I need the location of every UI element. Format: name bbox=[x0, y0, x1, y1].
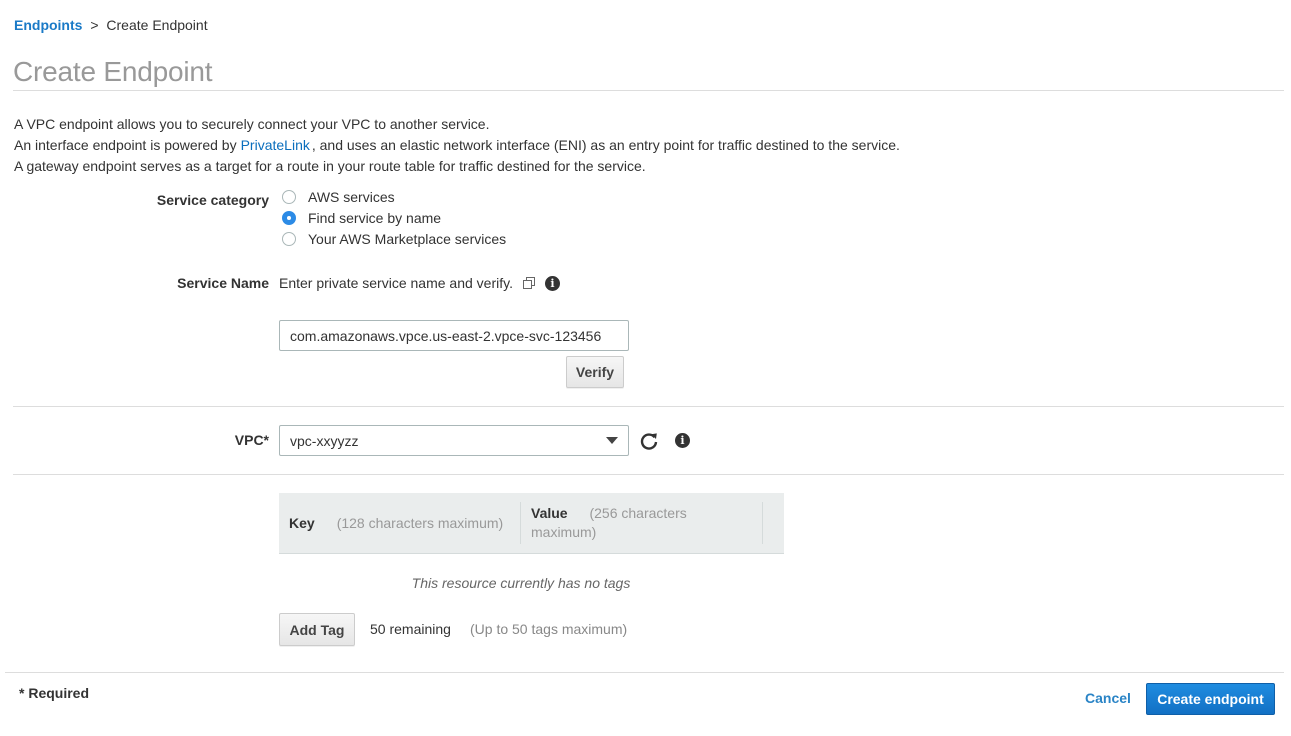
create-endpoint-button[interactable]: Create endpoint bbox=[1146, 683, 1275, 715]
radio-marketplace-services-label: Your AWS Marketplace services bbox=[308, 230, 507, 247]
breadcrumb: Endpoints > Create Endpoint bbox=[14, 17, 208, 33]
service-name-info-icon[interactable]: i bbox=[544, 275, 560, 291]
breadcrumb-separator: > bbox=[90, 17, 99, 33]
tags-table-header: Key (128 characters maximum) Value (256 … bbox=[279, 493, 784, 554]
description-line-2-end: , and uses an elastic network interface … bbox=[311, 137, 900, 153]
service-category-label: Service category bbox=[156, 192, 269, 208]
caret-down-icon bbox=[606, 437, 618, 444]
description-line-3: A gateway endpoint serves as a target fo… bbox=[14, 158, 646, 174]
required-note: * Required bbox=[19, 685, 90, 701]
service-name-hint: Enter private service name and verify. bbox=[279, 275, 513, 291]
radio-marketplace-services[interactable]: Your AWS Marketplace services bbox=[282, 228, 506, 249]
service-name-label: Service Name bbox=[177, 275, 269, 291]
tags-key-column: Key (128 characters maximum) bbox=[279, 502, 521, 544]
service-name-hint-row: Enter private service name and verify. i bbox=[279, 275, 560, 291]
vpc-select-value: vpc-xxyyzz bbox=[290, 432, 359, 449]
service-category-radio-group: AWS services Find service by name Your A… bbox=[282, 186, 506, 249]
radio-aws-services-control[interactable] bbox=[282, 189, 296, 204]
section-divider-1 bbox=[13, 406, 1284, 407]
privatelink-link[interactable]: PrivateLink bbox=[241, 137, 310, 153]
vpc-info-icon[interactable]: i bbox=[675, 433, 690, 448]
copy-icon[interactable] bbox=[522, 277, 535, 289]
tags-key-note: (128 characters maximum) bbox=[336, 514, 504, 531]
add-tag-button[interactable]: Add Tag bbox=[279, 613, 355, 646]
tags-value-column: Value (256 characters maximum) bbox=[521, 502, 763, 544]
tags-empty-message: This resource currently has no tags bbox=[411, 575, 631, 591]
radio-marketplace-services-control[interactable] bbox=[282, 231, 296, 246]
description: A VPC endpoint allows you to securely co… bbox=[14, 114, 900, 177]
radio-find-service-by-name[interactable]: Find service by name bbox=[282, 207, 506, 228]
verify-button[interactable]: Verify bbox=[566, 356, 624, 388]
vpc-select[interactable]: vpc-xxyyzz bbox=[279, 425, 629, 456]
tags-value-header-wrap: Value (256 characters maximum) bbox=[531, 504, 752, 542]
description-line-2-start: An interface endpoint is powered by bbox=[14, 137, 237, 153]
radio-aws-services[interactable]: AWS services bbox=[282, 186, 506, 207]
description-line-1: A VPC endpoint allows you to securely co… bbox=[14, 116, 490, 132]
description-line-2: An interface endpoint is powered by Priva… bbox=[14, 135, 900, 156]
breadcrumb-endpoints-link[interactable]: Endpoints bbox=[14, 17, 82, 33]
title-divider bbox=[13, 90, 1284, 91]
tags-limit-note: (Up to 50 tags maximum) bbox=[470, 621, 628, 637]
radio-find-service-by-name-label: Find service by name bbox=[308, 209, 442, 226]
vpc-label: VPC* bbox=[234, 432, 269, 448]
breadcrumb-current: Create Endpoint bbox=[106, 17, 208, 33]
tags-remaining-count: 50 remaining bbox=[370, 621, 451, 637]
tags-value-header: Value bbox=[531, 505, 568, 521]
tags-key-header: Key bbox=[289, 515, 315, 531]
page-title: Create Endpoint bbox=[13, 56, 213, 87]
footer-divider bbox=[5, 672, 1284, 673]
radio-find-service-by-name-control[interactable] bbox=[282, 210, 296, 225]
service-name-input[interactable] bbox=[279, 320, 629, 351]
section-divider-2 bbox=[13, 474, 1284, 475]
cancel-button[interactable]: Cancel bbox=[1085, 690, 1131, 706]
radio-aws-services-label: AWS services bbox=[308, 188, 395, 205]
refresh-icon[interactable] bbox=[639, 431, 659, 451]
